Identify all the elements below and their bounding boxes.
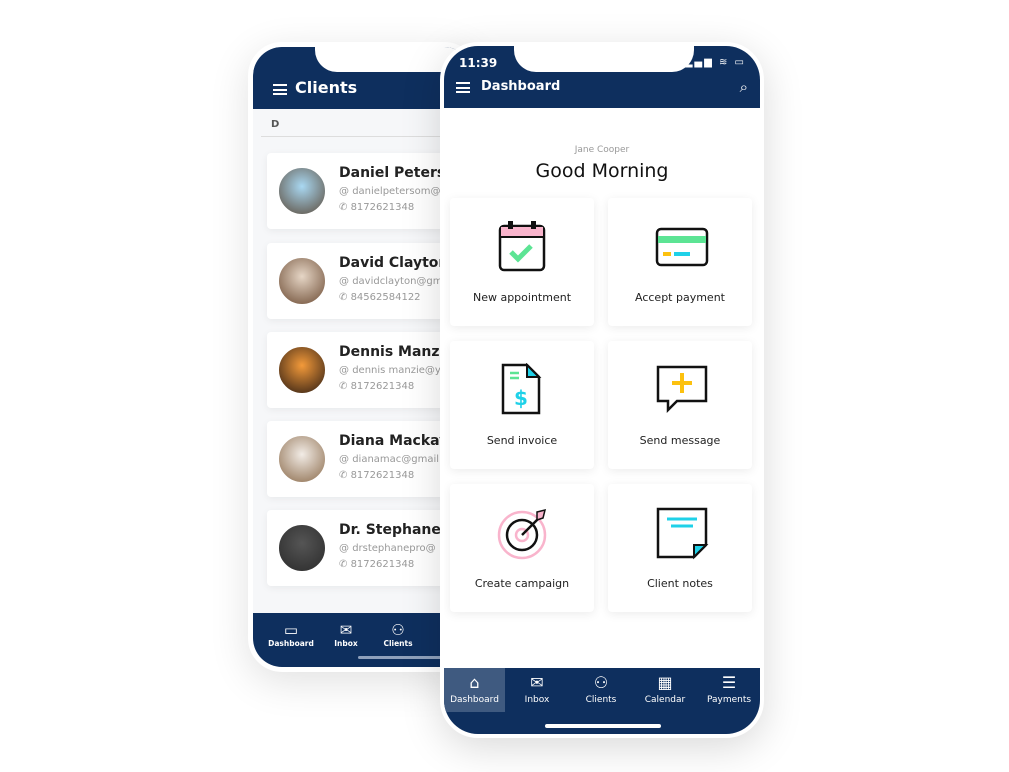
at-icon: @ bbox=[339, 186, 353, 197]
menu-icon[interactable] bbox=[273, 84, 287, 95]
at-icon: @ bbox=[339, 454, 353, 465]
status-time: 11:39 bbox=[459, 56, 498, 70]
phone-icon: ✆ bbox=[339, 559, 351, 570]
client-phone: ✆ 8172621348 bbox=[339, 559, 415, 570]
client-phone: ✆ 8172621348 bbox=[339, 381, 415, 392]
home-indicator bbox=[545, 724, 661, 728]
greeting: Good Morning bbox=[535, 160, 669, 182]
devices-icon: ▭ bbox=[283, 621, 299, 639]
users-icon: ⚇ bbox=[593, 673, 609, 692]
tile-send-invoice[interactable]: $ Send invoice bbox=[450, 341, 594, 469]
credit-card-icon bbox=[655, 227, 709, 267]
nav-dashboard[interactable]: ▭ Dashboard bbox=[266, 621, 316, 648]
user-name: Jane Cooper bbox=[574, 145, 630, 155]
at-icon: @ bbox=[339, 365, 353, 376]
nav-inbox[interactable]: ✉ Inbox bbox=[505, 668, 569, 712]
bottom-nav: ⌂ Dashboard ✉ Inbox ⚇ Clients ▦ Calendar ☰ Pa… bbox=[444, 668, 760, 734]
menu-icon[interactable] bbox=[456, 82, 470, 93]
avatar bbox=[277, 434, 327, 484]
avatar bbox=[277, 523, 327, 573]
dashboard-phone: 11:39 ▂▄▆ ≋ ▭ Dashboard ⌕ Jane Cooper Go… bbox=[440, 42, 764, 738]
target-icon bbox=[497, 508, 547, 560]
nav-payments[interactable]: ☰ Payments bbox=[697, 668, 760, 712]
nav-clients[interactable]: ⚇ Clients bbox=[373, 621, 423, 648]
calendar-icon: ▦ bbox=[657, 673, 673, 692]
search-icon[interactable]: ⌕ bbox=[740, 78, 748, 96]
phone-icon: ✆ bbox=[339, 470, 351, 481]
svg-text:$: $ bbox=[514, 386, 528, 410]
at-icon: @ bbox=[339, 543, 353, 554]
tile-new-appointment[interactable]: New appointment bbox=[450, 198, 594, 326]
nav-inbox[interactable]: ✉ Inbox bbox=[321, 621, 371, 648]
nav-dashboard[interactable]: ⌂ Dashboard bbox=[444, 668, 505, 712]
notch bbox=[514, 46, 694, 72]
section-letter: D bbox=[271, 119, 280, 130]
home-icon: ⌂ bbox=[469, 673, 480, 692]
client-phone: ✆ 8172621348 bbox=[339, 202, 415, 213]
invoice-icon: $ bbox=[501, 363, 542, 415]
tile-accept-payment[interactable]: Accept payment bbox=[608, 198, 752, 326]
note-icon bbox=[656, 507, 709, 560]
client-email: @ danielpetersom@ bbox=[339, 186, 441, 197]
client-phone: ✆ 84562584122 bbox=[339, 292, 421, 303]
nav-clients[interactable]: ⚇ Clients bbox=[569, 668, 633, 712]
tile-create-campaign[interactable]: Create campaign bbox=[450, 484, 594, 612]
client-email: @ dennis manzie@y bbox=[339, 365, 441, 376]
message-plus-icon bbox=[656, 365, 708, 414]
client-phone: ✆ 8172621348 bbox=[339, 470, 415, 481]
nav-calendar[interactable]: ▦ Calendar bbox=[633, 668, 697, 712]
avatar bbox=[277, 256, 327, 306]
at-icon: @ bbox=[339, 276, 353, 287]
client-email: @ drstephanepro@ bbox=[339, 543, 436, 554]
mailbox-icon: ✉ bbox=[530, 673, 544, 692]
users-icon: ⚇ bbox=[391, 621, 405, 639]
page-title: Clients bbox=[295, 78, 358, 97]
coins-icon: ☰ bbox=[721, 673, 737, 692]
calendar-check-icon bbox=[498, 221, 546, 272]
avatar bbox=[277, 345, 327, 395]
tile-send-message[interactable]: Send message bbox=[608, 341, 752, 469]
phone-icon: ✆ bbox=[339, 381, 351, 392]
phone-icon: ✆ bbox=[339, 292, 351, 303]
phone-icon: ✆ bbox=[339, 202, 351, 213]
client-email: @ dianamac@gmail bbox=[339, 454, 440, 465]
status-icons: ▂▄▆ ≋ ▭ bbox=[684, 57, 746, 68]
tile-client-notes[interactable]: Client notes bbox=[608, 484, 752, 612]
mailbox-icon: ✉ bbox=[339, 621, 353, 639]
avatar bbox=[277, 166, 327, 216]
page-title: Dashboard bbox=[481, 79, 561, 94]
client-email: @ davidclayton@gm bbox=[339, 276, 443, 287]
